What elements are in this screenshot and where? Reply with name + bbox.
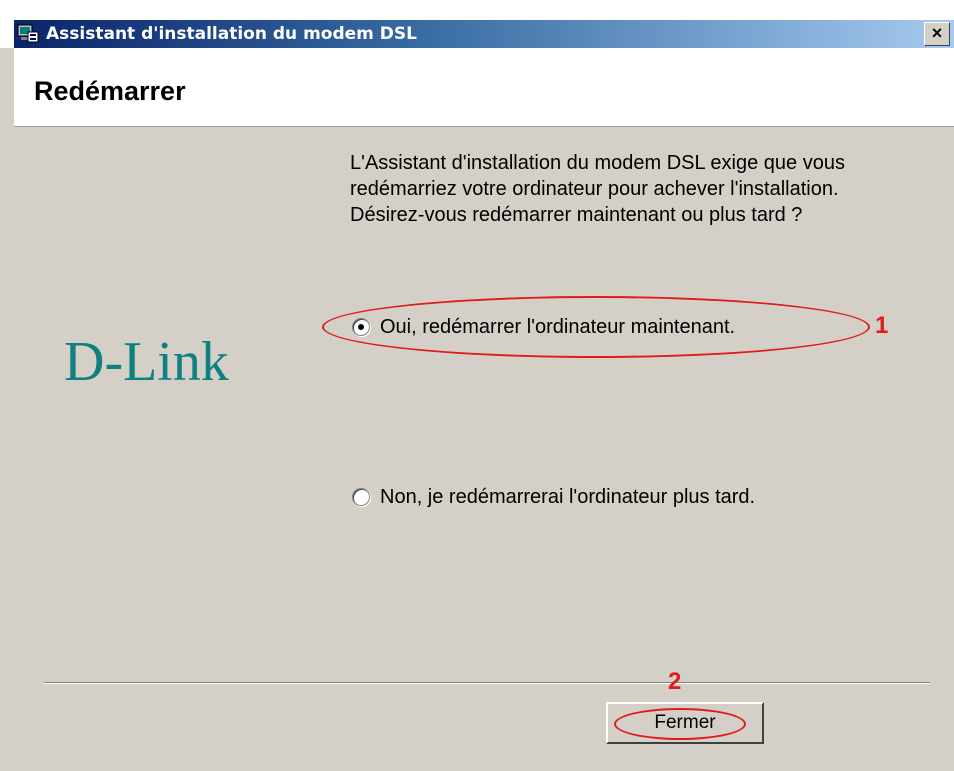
- annotation-number-1: 1: [875, 312, 889, 339]
- title-bar: Assistant d'installation du modem DSL ×: [0, 0, 954, 48]
- installer-window: Assistant d'installation du modem DSL × …: [0, 0, 954, 771]
- radio-dot-icon: [358, 324, 364, 330]
- page-header: Redémarrer: [14, 48, 954, 127]
- dlink-logo: D-Link: [64, 331, 229, 393]
- window-title: Assistant d'installation du modem DSL: [46, 24, 417, 44]
- radio-selected-icon[interactable]: [352, 318, 370, 336]
- restart-now-label[interactable]: Oui, redémarrer l'ordinateur maintenant.: [380, 314, 735, 340]
- restart-now-option[interactable]: Oui, redémarrer l'ordinateur maintenant.: [352, 314, 735, 340]
- restart-later-option[interactable]: Non, je redémarrerai l'ordinateur plus t…: [352, 484, 755, 510]
- restart-description: L'Assistant d'installation du modem DSL …: [350, 152, 845, 226]
- page-title: Redémarrer: [34, 76, 186, 106]
- computer-icon: [17, 24, 39, 43]
- fermer-button[interactable]: Fermer: [606, 702, 764, 744]
- annotation-number-2: 2: [668, 668, 682, 695]
- radio-unselected-icon[interactable]: [352, 488, 370, 506]
- close-icon[interactable]: ×: [924, 22, 950, 46]
- button-separator: [44, 682, 930, 684]
- restart-later-label[interactable]: Non, je redémarrerai l'ordinateur plus t…: [380, 484, 755, 510]
- window-bottom-edge: [0, 752, 954, 771]
